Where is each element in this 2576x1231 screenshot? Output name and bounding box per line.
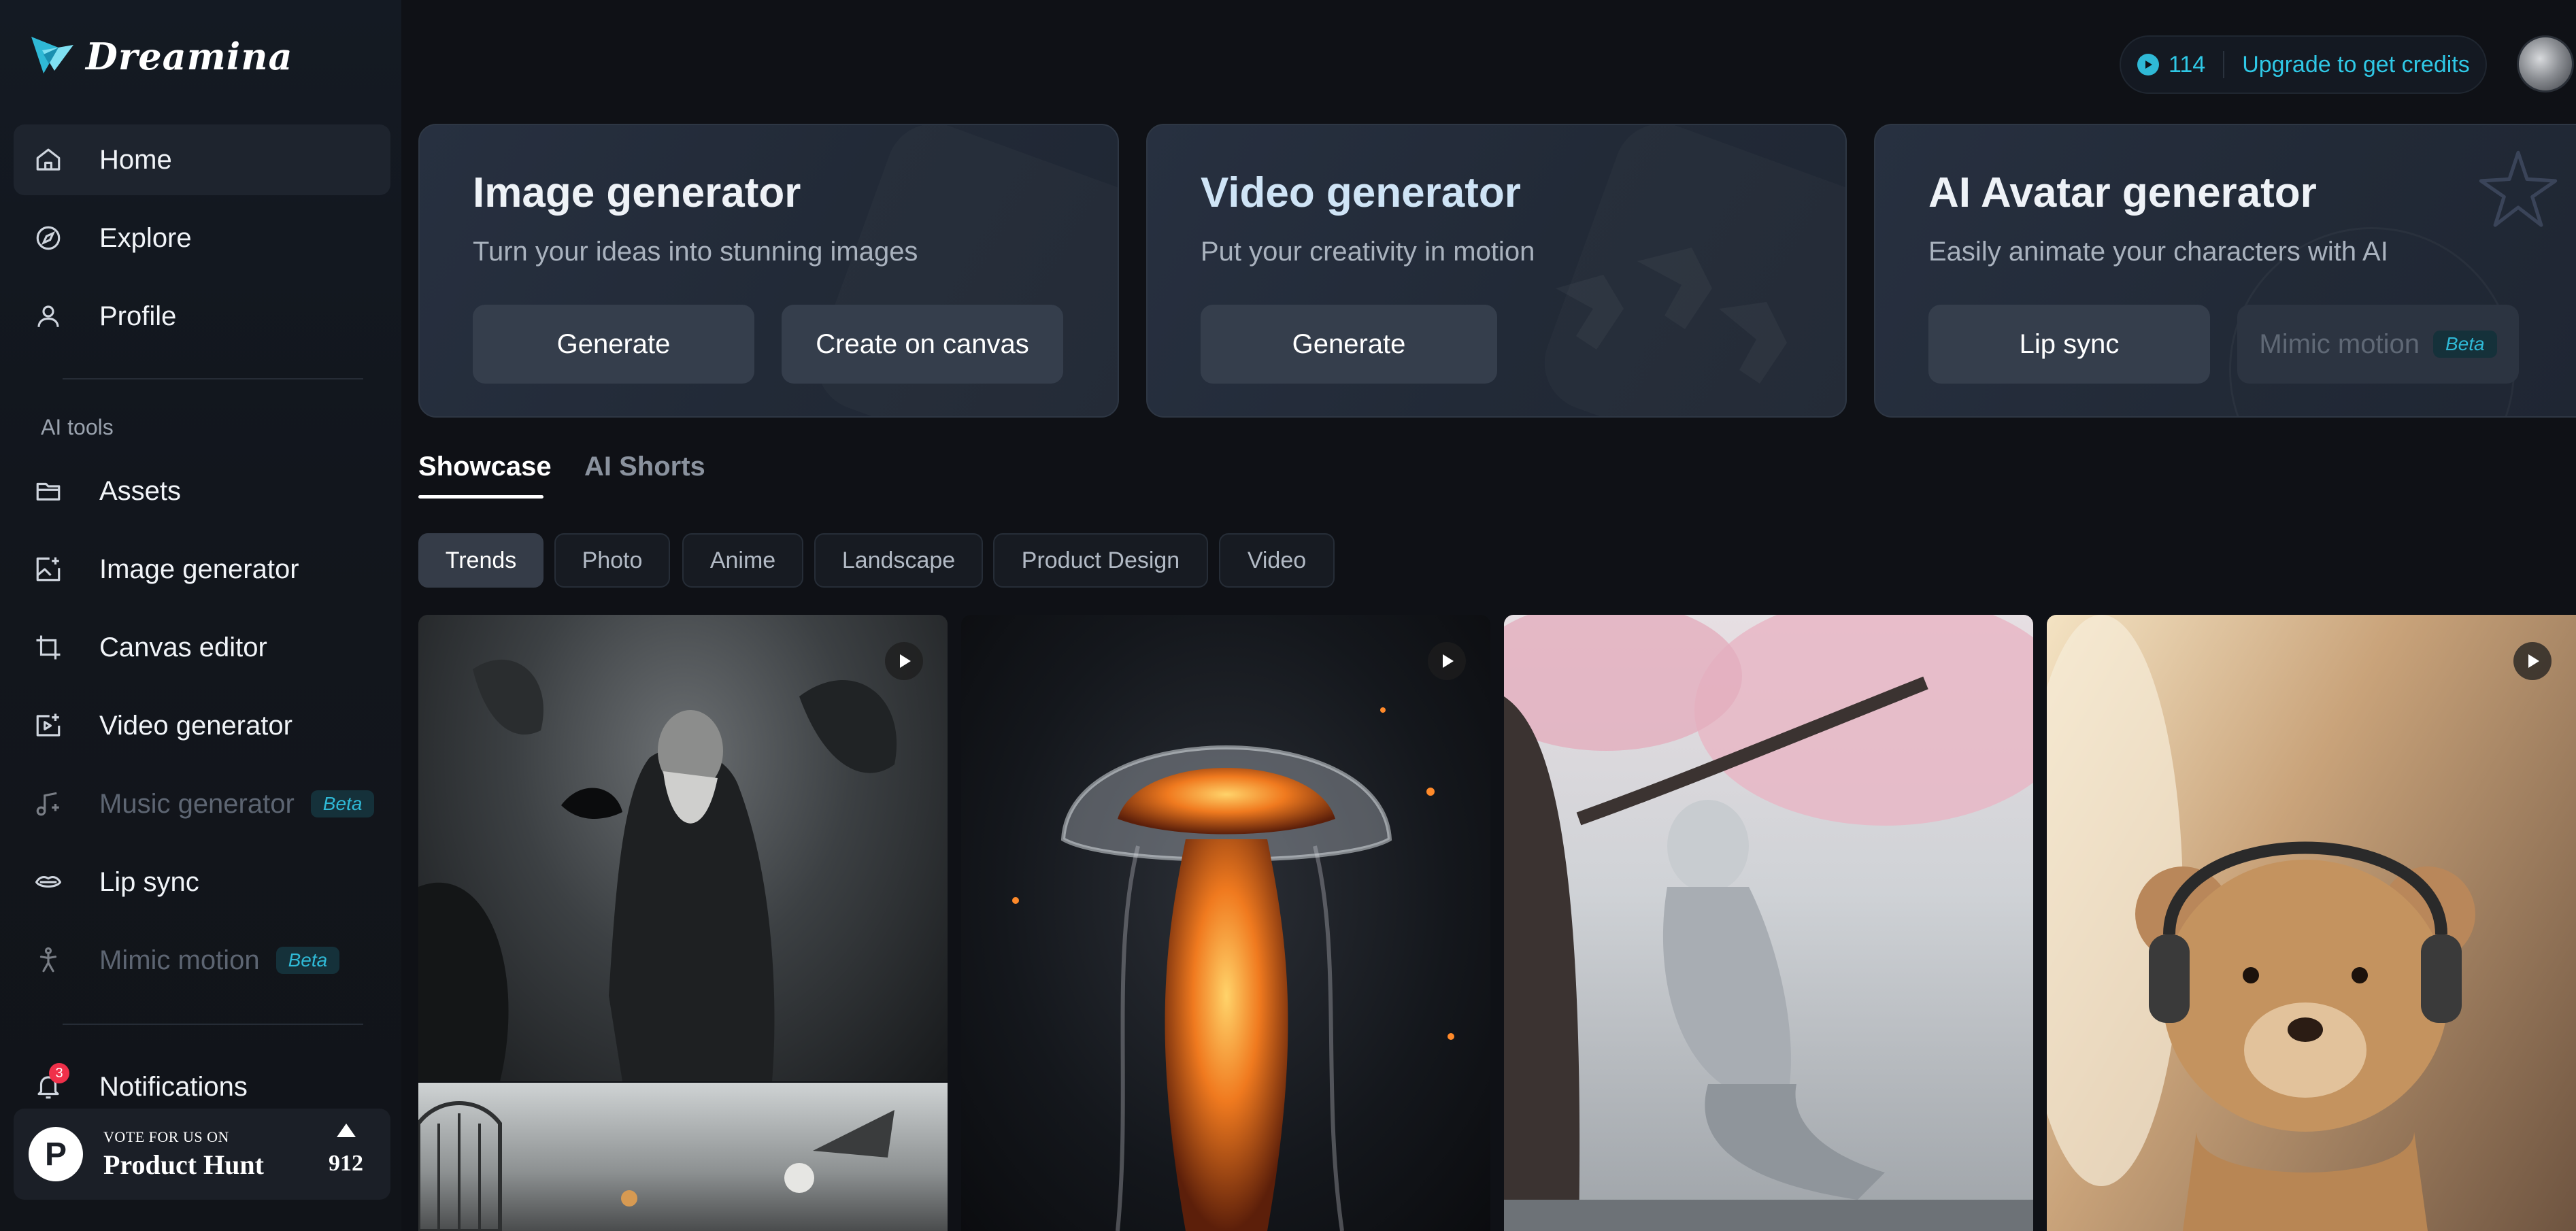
tool-video-generator-label: Video generator <box>99 710 292 741</box>
compass-icon <box>31 221 65 255</box>
image-plus-icon <box>31 552 65 586</box>
motion-icon <box>31 943 65 977</box>
tool-canvas-editor[interactable]: Canvas editor <box>14 612 390 683</box>
tool-mimic-motion[interactable]: Mimic motion Beta <box>14 925 390 996</box>
video-generator-card: Video generator Put your creativity in m… <box>1146 124 1847 418</box>
credits-pill[interactable]: 114 Upgrade to get credits <box>2120 35 2487 94</box>
tool-music-generator[interactable]: Music generator Beta <box>14 769 390 839</box>
tab-showcase[interactable]: Showcase <box>418 452 552 482</box>
mimic-motion-button[interactable]: Mimic motion Beta <box>2237 305 2519 384</box>
video-arrows-decor-icon <box>1528 207 1814 416</box>
card-title: AI Avatar generator <box>1928 169 2317 216</box>
tool-image-generator-label: Image generator <box>99 554 299 584</box>
user-icon <box>31 299 65 333</box>
nav-explore[interactable]: Explore <box>14 203 390 273</box>
credits-divider <box>2223 51 2225 78</box>
bell-icon: 3 <box>31 1063 69 1104</box>
tool-assets[interactable]: Assets <box>14 456 390 526</box>
star-decor-icon <box>2474 146 2562 237</box>
active-tab-indicator <box>418 495 543 499</box>
app-name: Dreamina <box>86 34 293 78</box>
nav-home[interactable]: Home <box>14 124 390 195</box>
play-video-icon[interactable] <box>1428 642 1466 680</box>
tab-ai-shorts[interactable]: AI Shorts <box>584 452 705 482</box>
product-hunt-logo-icon: P <box>29 1127 83 1181</box>
gallery-image <box>2047 615 2475 1231</box>
tool-music-generator-label: Music generator <box>99 788 295 819</box>
card-subtitle: Put your creativity in motion <box>1201 237 1535 267</box>
gallery-image <box>1012 707 1454 1231</box>
credit-count: 114 <box>2169 51 2206 78</box>
gallery-image <box>418 1101 894 1231</box>
ai-avatar-generator-card: AI Avatar generator Easily animate your … <box>1874 124 2576 418</box>
ai-tools-heading: AI tools <box>41 415 114 439</box>
tool-video-generator[interactable]: Video generator <box>14 690 390 761</box>
product-hunt-name: Product Hunt <box>103 1149 264 1180</box>
gallery-item-fire-jellyfish[interactable] <box>961 615 1490 1231</box>
folder-icon <box>31 474 65 508</box>
filter-video[interactable]: Video <box>1219 533 1335 588</box>
home-icon <box>31 143 65 177</box>
filter-anime[interactable]: Anime <box>682 533 803 588</box>
notification-count-badge: 3 <box>49 1063 69 1083</box>
tool-lip-sync-label: Lip sync <box>99 866 199 897</box>
upvote-arrow-icon <box>336 1124 356 1137</box>
upgrade-credits-link[interactable]: Upgrade to get credits <box>2242 52 2470 78</box>
sidebar-divider <box>63 1024 363 1025</box>
create-on-canvas-button[interactable]: Create on canvas <box>782 305 1063 384</box>
nav-notifications-label: Notifications <box>99 1071 248 1102</box>
tool-image-generator[interactable]: Image generator <box>14 534 390 605</box>
user-avatar[interactable] <box>2517 35 2574 92</box>
gallery-item-robot-cherry-blossom[interactable] <box>1504 615 2033 1231</box>
gallery-image <box>1504 615 2033 1231</box>
filter-landscape[interactable]: Landscape <box>814 533 983 588</box>
gallery-item-teddy-bear[interactable] <box>2047 615 2576 1231</box>
lip-sync-icon <box>31 865 65 899</box>
filter-trends[interactable]: Trends <box>418 533 543 588</box>
product-hunt-votes: 912 <box>329 1124 363 1177</box>
image-generate-button[interactable]: Generate <box>473 305 754 384</box>
tool-assets-label: Assets <box>99 475 182 506</box>
gallery-item-skeleton[interactable] <box>418 1083 948 1231</box>
nav-profile-label: Profile <box>99 301 177 331</box>
card-title: Image generator <box>473 169 801 216</box>
gallery-item-dark-wizard[interactable] <box>418 615 948 1081</box>
beta-badge: Beta <box>275 947 340 974</box>
product-hunt-caption: VOTE FOR US ON <box>103 1128 229 1145</box>
product-hunt-card[interactable]: P VOTE FOR US ON Product Hunt 912 <box>14 1109 390 1200</box>
image-generator-card: Image generator Turn your ideas into stu… <box>418 124 1119 418</box>
nav-profile[interactable]: Profile <box>14 281 390 352</box>
crop-icon <box>31 630 65 664</box>
gallery-image <box>418 659 897 1081</box>
music-icon <box>31 787 65 821</box>
video-plus-icon <box>31 709 65 743</box>
beta-badge: Beta <box>310 790 375 817</box>
product-hunt-vote-count: 912 <box>329 1151 363 1176</box>
tool-lip-sync[interactable]: Lip sync <box>14 847 390 917</box>
app-logo[interactable]: Dreamina <box>29 30 293 82</box>
play-video-icon[interactable] <box>2513 642 2552 680</box>
video-generate-button[interactable]: Generate <box>1201 305 1497 384</box>
card-subtitle: Turn your ideas into stunning images <box>473 237 918 267</box>
mimic-motion-button-label: Mimic motion <box>2259 328 2420 359</box>
sidebar-divider <box>63 378 363 380</box>
tool-canvas-editor-label: Canvas editor <box>99 632 267 662</box>
nav-explore-label: Explore <box>99 222 192 253</box>
card-subtitle: Easily animate your characters with AI <box>1928 237 2388 267</box>
beta-badge: Beta <box>2432 331 2497 358</box>
lip-sync-button[interactable]: Lip sync <box>1928 305 2210 384</box>
card-title: Video generator <box>1201 169 1521 216</box>
sidebar: Dreamina Home Explore Profile AI tools A… <box>0 0 401 1231</box>
dreamina-logo-icon <box>29 30 78 82</box>
filter-photo[interactable]: Photo <box>554 533 670 588</box>
credit-coin-icon <box>2137 54 2159 75</box>
tool-mimic-motion-label: Mimic motion <box>99 945 260 975</box>
filter-product-design[interactable]: Product Design <box>993 533 1208 588</box>
play-video-icon[interactable] <box>885 642 923 680</box>
nav-home-label: Home <box>99 144 172 175</box>
